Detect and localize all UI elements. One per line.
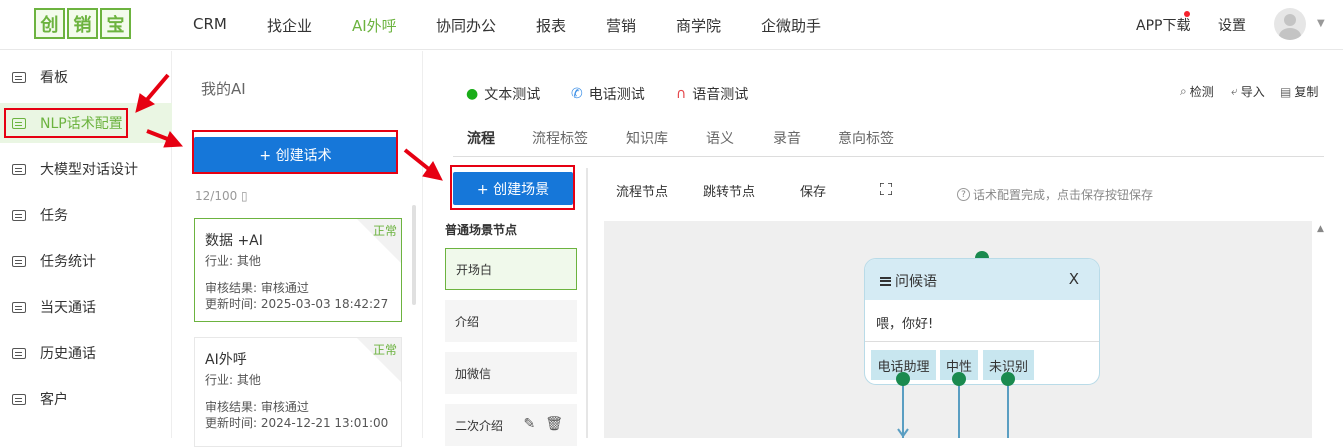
annotation-arrows bbox=[135, 73, 443, 181]
